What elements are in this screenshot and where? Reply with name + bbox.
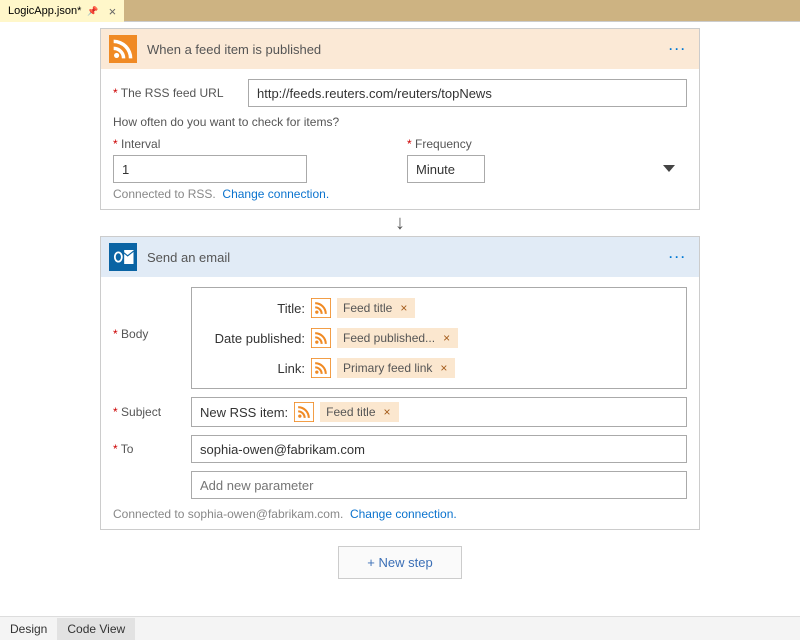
action-menu-icon[interactable]: ··· xyxy=(665,250,691,264)
to-label: To xyxy=(113,442,181,456)
designer-canvas: When a feed item is published ··· The RS… xyxy=(0,22,800,602)
file-tab-title: LogicApp.json* xyxy=(8,5,81,17)
remove-icon[interactable]: × xyxy=(384,405,391,419)
action-card: Send an email ··· Body Title: Feed title… xyxy=(100,236,700,530)
body-link-label: Link: xyxy=(200,361,305,376)
outlook-icon xyxy=(109,243,137,271)
subject-label: Subject xyxy=(113,405,181,419)
body-input[interactable]: Title: Feed title× Date published: Feed … xyxy=(191,287,687,389)
tab-bar: LogicApp.json* 📌 × xyxy=(0,0,800,22)
action-header[interactable]: Send an email ··· xyxy=(101,237,699,277)
remove-icon[interactable]: × xyxy=(440,361,447,375)
tab-code-view[interactable]: Code View xyxy=(57,618,135,640)
rss-url-label: The RSS feed URL xyxy=(113,86,238,100)
frequency-label: Frequency xyxy=(407,137,687,151)
rss-icon xyxy=(109,35,137,63)
action-connection-note: Connected to sophia-owen@fabrikam.com. C… xyxy=(113,507,687,521)
body-title-label: Title: xyxy=(200,301,305,316)
body-date-label: Date published: xyxy=(200,331,305,346)
flow-arrow-icon: ↓ xyxy=(0,210,800,236)
add-parameter-input[interactable] xyxy=(191,471,687,499)
rss-icon xyxy=(311,328,331,348)
trigger-menu-icon[interactable]: ··· xyxy=(665,42,691,56)
body-title-chip[interactable]: Feed title× xyxy=(337,298,415,318)
subject-prefix: New RSS item: xyxy=(198,405,288,420)
subject-input[interactable]: New RSS item: Feed title× xyxy=(191,397,687,427)
view-tabs: Design Code View xyxy=(0,616,800,640)
remove-icon[interactable]: × xyxy=(443,331,450,345)
frequency-select[interactable]: Minute xyxy=(407,155,485,183)
change-connection-link[interactable]: Change connection. xyxy=(350,507,457,521)
interval-label: Interval xyxy=(113,137,393,151)
trigger-header[interactable]: When a feed item is published ··· xyxy=(101,29,699,69)
rss-icon xyxy=(294,402,314,422)
trigger-card: When a feed item is published ··· The RS… xyxy=(100,28,700,210)
body-label: Body xyxy=(113,287,181,341)
rss-icon xyxy=(311,298,331,318)
subject-chip[interactable]: Feed title× xyxy=(320,402,398,422)
change-connection-link[interactable]: Change connection. xyxy=(222,187,329,201)
pin-icon[interactable]: 📌 xyxy=(87,6,98,17)
new-step-button[interactable]: + New step xyxy=(338,546,461,579)
remove-icon[interactable]: × xyxy=(400,301,407,315)
file-tab[interactable]: LogicApp.json* 📌 × xyxy=(0,0,124,22)
close-icon[interactable]: × xyxy=(105,4,121,19)
trigger-connection-note: Connected to RSS. Change connection. xyxy=(113,187,687,201)
action-title: Send an email xyxy=(147,250,665,265)
rss-url-input[interactable] xyxy=(248,79,687,107)
to-input[interactable] xyxy=(191,435,687,463)
poll-question: How often do you want to check for items… xyxy=(113,115,687,129)
body-link-chip[interactable]: Primary feed link× xyxy=(337,358,455,378)
tab-design[interactable]: Design xyxy=(0,618,57,640)
trigger-title: When a feed item is published xyxy=(147,42,665,57)
interval-input[interactable] xyxy=(113,155,307,183)
body-date-chip[interactable]: Feed published...× xyxy=(337,328,458,348)
rss-icon xyxy=(311,358,331,378)
